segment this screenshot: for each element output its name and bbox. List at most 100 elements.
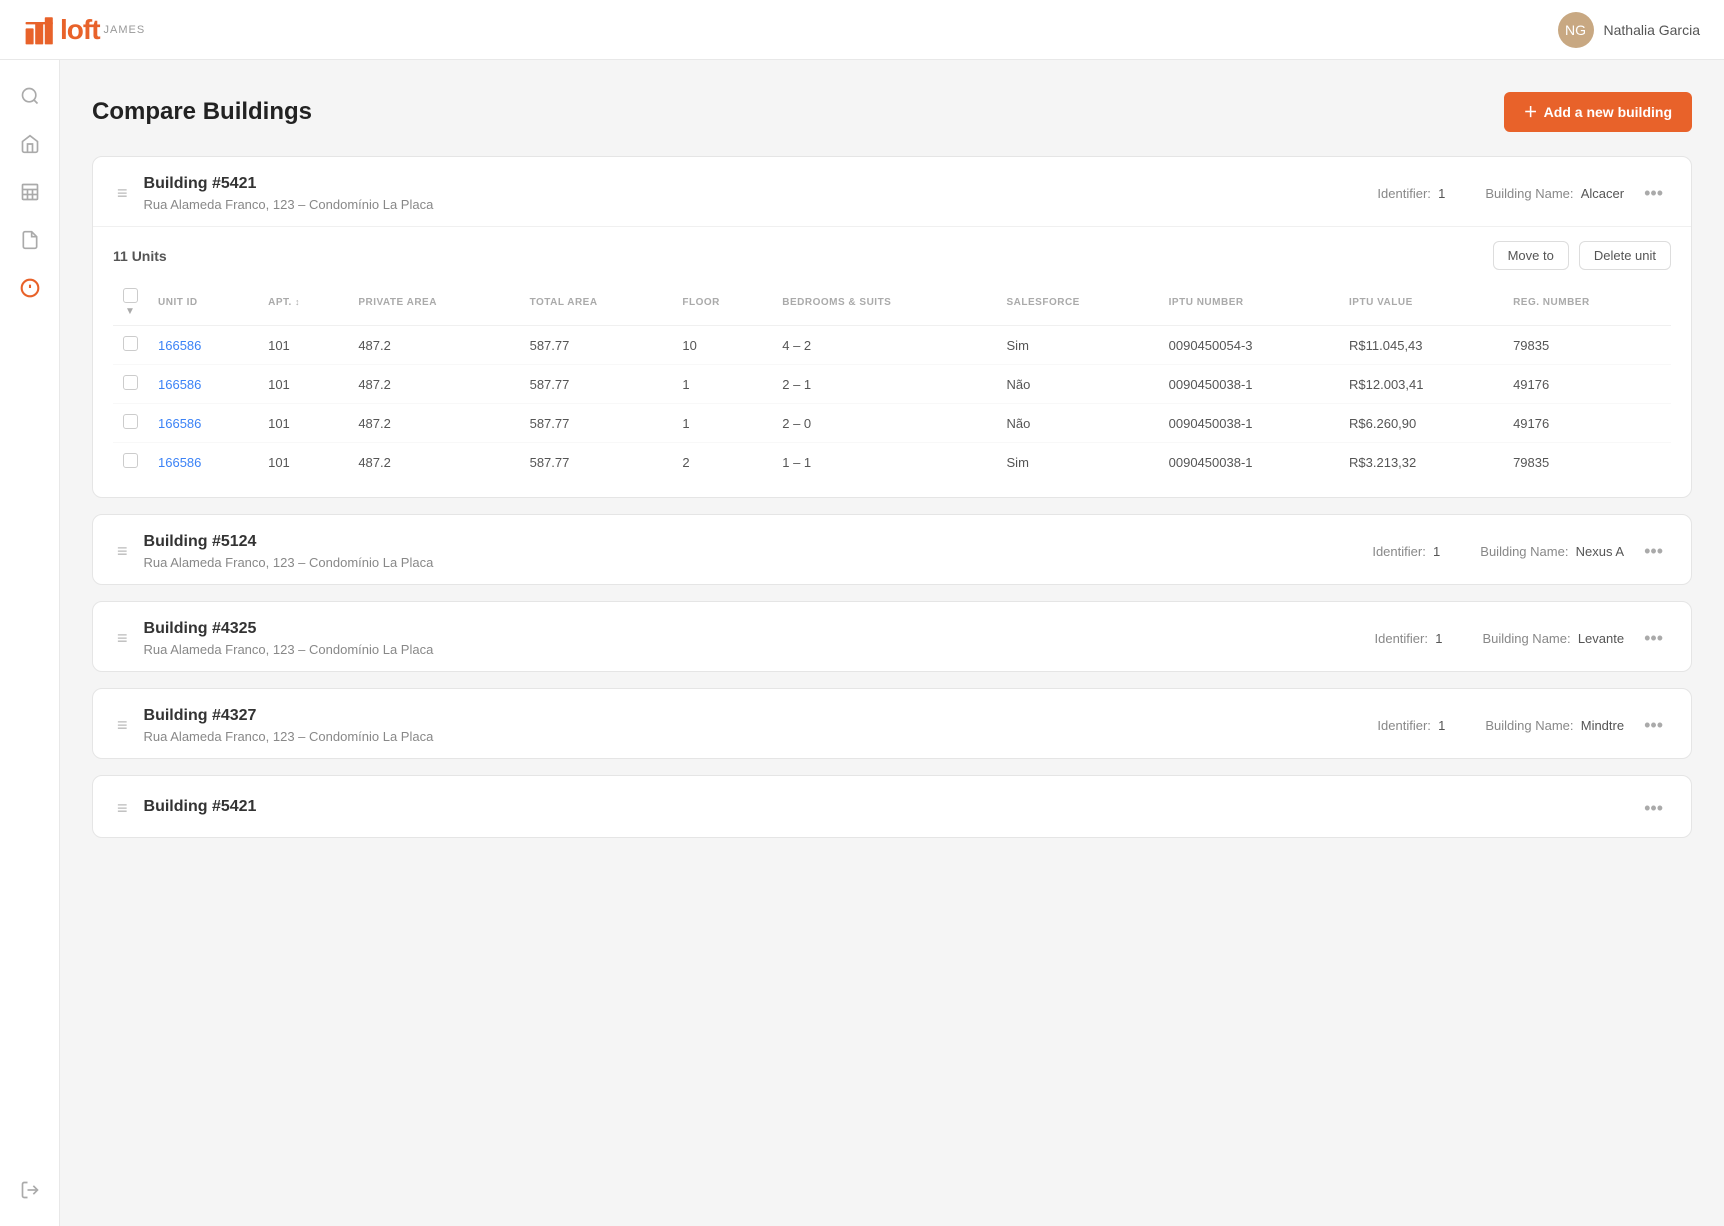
table-header-row: ▼ UNIT ID APT. ↕ PRIVATE AREA TOTAL AREA… xyxy=(113,280,1671,326)
unit-id-cell: 166586 xyxy=(148,443,258,482)
more-button-4325[interactable]: ••• xyxy=(1636,624,1671,653)
bedrooms-cell: 2 – 0 xyxy=(772,404,996,443)
th-unit-id[interactable]: UNIT ID xyxy=(148,280,258,326)
units-section: 11 Units Move to Delete unit ▼ xyxy=(93,226,1691,497)
iptu-value-cell: R$6.260,90 xyxy=(1339,404,1503,443)
th-bedrooms[interactable]: BEDROOMS & SUITS xyxy=(772,280,996,326)
sidebar xyxy=(0,60,60,1226)
apt-cell: 101 xyxy=(258,443,348,482)
apt-cell: 101 xyxy=(258,365,348,404)
building-name-5421b: Building #5421 xyxy=(144,798,1625,816)
floor-cell: 1 xyxy=(672,404,772,443)
delete-unit-button[interactable]: Delete unit xyxy=(1579,241,1671,270)
iptu-number-cell: 0090450038-1 xyxy=(1159,443,1339,482)
top-nav: loft JAMES NG Nathalia Garcia xyxy=(0,0,1724,60)
more-button-5124[interactable]: ••• xyxy=(1636,537,1671,566)
salesforce-cell: Não xyxy=(997,404,1159,443)
sidebar-item-documents[interactable] xyxy=(10,220,50,260)
loft-logo-icon xyxy=(24,14,56,46)
building-info-4325: Building #4325 Rua Alameda Franco, 123 –… xyxy=(144,620,1363,657)
th-private-area[interactable]: PRIVATE AREA xyxy=(348,280,519,326)
drag-handle-5124[interactable]: ≡ xyxy=(113,537,132,566)
row-checkbox[interactable] xyxy=(113,365,148,404)
add-building-button[interactable]: ＋ Add a new building xyxy=(1504,92,1692,132)
reg-number-cell: 79835 xyxy=(1503,443,1671,482)
floor-cell: 2 xyxy=(672,443,772,482)
th-apt[interactable]: APT. ↕ xyxy=(258,280,348,326)
building-header-5421: ≡ Building #5421 Rua Alameda Franco, 123… xyxy=(93,157,1691,226)
home-icon xyxy=(20,134,40,154)
unit-id-cell: 166586 xyxy=(148,404,258,443)
th-iptu-value[interactable]: IPTU VALUE xyxy=(1339,280,1503,326)
table-row: 166586 101 487.2 587.77 1 2 – 1 Não 0090… xyxy=(113,365,1671,404)
brand-name: loft xyxy=(60,14,100,46)
building-name-5421: Building #5421 xyxy=(144,175,1366,193)
building-card-5421: ≡ Building #5421 Rua Alameda Franco, 123… xyxy=(92,156,1692,498)
floor-cell: 1 xyxy=(672,365,772,404)
drag-handle-4325[interactable]: ≡ xyxy=(113,624,132,653)
more-button-4327[interactable]: ••• xyxy=(1636,711,1671,740)
units-actions: Move to Delete unit xyxy=(1493,241,1671,270)
building-card-5421b: ≡ Building #5421 ••• xyxy=(92,775,1692,838)
more-button-5421b[interactable]: ••• xyxy=(1636,794,1671,823)
move-to-button[interactable]: Move to xyxy=(1493,241,1569,270)
drag-handle-5421[interactable]: ≡ xyxy=(113,179,132,208)
building-name-meta: Building Name: Alcacer xyxy=(1485,186,1624,201)
more-button-5421[interactable]: ••• xyxy=(1636,179,1671,208)
private-area-cell: 487.2 xyxy=(348,326,519,365)
building-identifier: Identifier: 1 xyxy=(1375,631,1443,646)
user-area: NG Nathalia Garcia xyxy=(1558,12,1701,48)
iptu-value-cell: R$11.045,43 xyxy=(1339,326,1503,365)
unit-id-link[interactable]: 166586 xyxy=(158,416,201,431)
table-row: 166586 101 487.2 587.77 10 4 – 2 Sim 009… xyxy=(113,326,1671,365)
building-icon xyxy=(20,182,40,202)
building-address-4325: Rua Alameda Franco, 123 – Condomínio La … xyxy=(144,642,1363,657)
brand-subtitle: JAMES xyxy=(104,24,146,36)
salesforce-cell: Não xyxy=(997,365,1159,404)
building-name-4327: Building #4327 xyxy=(144,707,1366,725)
sidebar-item-logout[interactable] xyxy=(10,1170,50,1210)
unit-id-link[interactable]: 166586 xyxy=(158,455,201,470)
building-identifier: Identifier: 1 xyxy=(1377,718,1445,733)
page-title: Compare Buildings xyxy=(92,98,312,126)
brand-logo: loft JAMES xyxy=(24,14,145,46)
th-total-area[interactable]: TOTAL AREA xyxy=(520,280,673,326)
drag-handle-5421b[interactable]: ≡ xyxy=(113,794,132,823)
building-address-4327: Rua Alameda Franco, 123 – Condomínio La … xyxy=(144,729,1366,744)
iptu-value-cell: R$12.003,41 xyxy=(1339,365,1503,404)
building-card-5124: ≡ Building #5124 Rua Alameda Franco, 123… xyxy=(92,514,1692,585)
building-meta: Identifier: 1 Building Name: Mindtre xyxy=(1377,718,1624,733)
sidebar-item-buildings[interactable] xyxy=(10,172,50,212)
building-name-5124: Building #5124 xyxy=(144,533,1361,551)
sort-arrow: ▼ xyxy=(125,306,135,317)
avatar: NG xyxy=(1558,12,1594,48)
salesforce-cell: Sim xyxy=(997,443,1159,482)
th-floor[interactable]: FLOOR xyxy=(672,280,772,326)
unit-id-link[interactable]: 166586 xyxy=(158,377,201,392)
building-address-5124: Rua Alameda Franco, 123 – Condomínio La … xyxy=(144,555,1361,570)
drag-handle-4327[interactable]: ≡ xyxy=(113,711,132,740)
row-checkbox[interactable] xyxy=(113,443,148,482)
row-checkbox[interactable] xyxy=(113,404,148,443)
building-info-5421: Building #5421 Rua Alameda Franco, 123 –… xyxy=(144,175,1366,212)
private-area-cell: 487.2 xyxy=(348,365,519,404)
private-area-cell: 487.2 xyxy=(348,404,519,443)
unit-id-link[interactable]: 166586 xyxy=(158,338,201,353)
bedrooms-cell: 4 – 2 xyxy=(772,326,996,365)
sidebar-item-alerts[interactable] xyxy=(10,268,50,308)
building-info-5124: Building #5124 Rua Alameda Franco, 123 –… xyxy=(144,533,1361,570)
apt-cell: 101 xyxy=(258,404,348,443)
select-all-checkbox[interactable] xyxy=(123,288,138,303)
building-card-4325: ≡ Building #4325 Rua Alameda Franco, 123… xyxy=(92,601,1692,672)
building-name-meta: Building Name: Nexus A xyxy=(1480,544,1624,559)
row-checkbox[interactable] xyxy=(113,326,148,365)
iptu-value-cell: R$3.213,32 xyxy=(1339,443,1503,482)
th-salesforce[interactable]: SALESFORCE xyxy=(997,280,1159,326)
building-header-5124: ≡ Building #5124 Rua Alameda Franco, 123… xyxy=(93,515,1691,584)
main-content: Compare Buildings ＋ Add a new building ≡… xyxy=(60,60,1724,1226)
iptu-number-cell: 0090450038-1 xyxy=(1159,404,1339,443)
th-reg-number[interactable]: REG. NUMBER xyxy=(1503,280,1671,326)
th-iptu-number[interactable]: IPTU NUMBER xyxy=(1159,280,1339,326)
sidebar-item-home[interactable] xyxy=(10,124,50,164)
sidebar-item-search[interactable] xyxy=(10,76,50,116)
